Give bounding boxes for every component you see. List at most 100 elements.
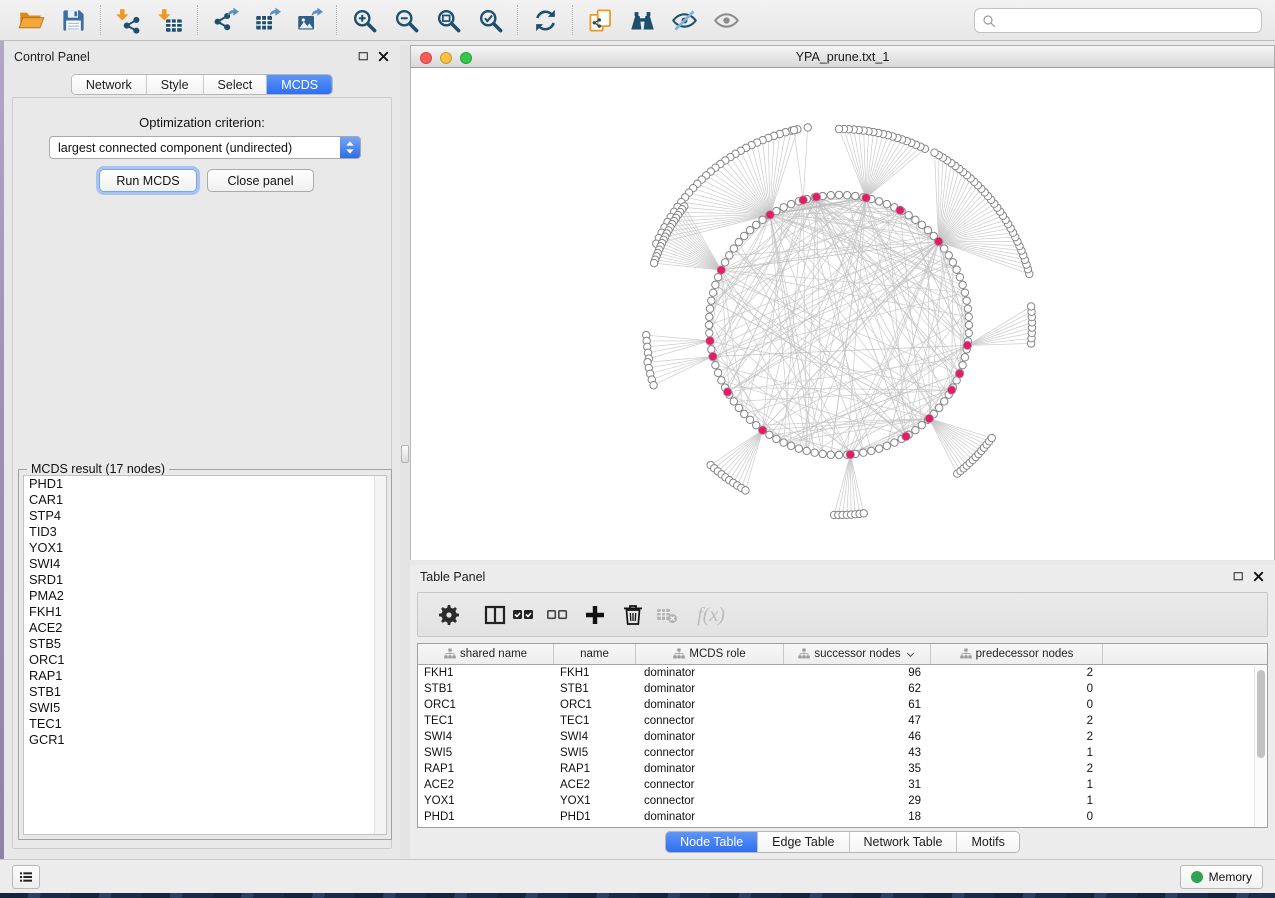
- cell-mcds_role[interactable]: dominator: [636, 697, 784, 713]
- cell-predecessor_nodes[interactable]: 0: [931, 697, 1103, 713]
- column-header-shared-name[interactable]: shared name: [418, 644, 554, 664]
- tab-motifs[interactable]: Motifs: [957, 832, 1018, 852]
- graph-node[interactable]: [708, 297, 715, 304]
- unselect-all-columns-button[interactable]: [544, 602, 570, 628]
- search-box[interactable]: [974, 8, 1262, 33]
- graph-node[interactable]: [924, 227, 931, 234]
- graph-node[interactable]: [795, 445, 802, 452]
- cell-successor_nodes[interactable]: 43: [784, 745, 931, 761]
- graph-node[interactable]: [803, 447, 810, 454]
- run-mcds-button[interactable]: Run MCDS: [99, 169, 197, 192]
- cell-name[interactable]: ACE2: [554, 777, 636, 793]
- graph-node[interactable]: [726, 252, 733, 259]
- export-image-button[interactable]: [288, 2, 330, 38]
- graph-node[interactable]: [883, 442, 890, 449]
- graph-node[interactable]: [891, 439, 898, 446]
- mcds-hub-node[interactable]: [862, 194, 870, 202]
- tab-network-table[interactable]: Network Table: [850, 832, 958, 852]
- open-file-button[interactable]: [10, 2, 52, 38]
- mcds-result-item[interactable]: TID3: [24, 524, 386, 540]
- mcds-result-item[interactable]: PHD1: [24, 476, 386, 492]
- splitter-handle[interactable]: [401, 445, 409, 463]
- graph-node[interactable]: [787, 442, 794, 449]
- graph-node[interactable]: [742, 487, 749, 494]
- zoom-selected-button[interactable]: [469, 2, 511, 38]
- cell-successor_nodes[interactable]: 46: [784, 729, 931, 745]
- graph-node[interactable]: [965, 313, 972, 320]
- mcds-result-item[interactable]: SWI4: [24, 556, 386, 572]
- cell-shared_name[interactable]: YOX1: [418, 793, 554, 809]
- mcds-hub-node[interactable]: [902, 432, 910, 440]
- graph-node[interactable]: [912, 426, 919, 433]
- cell-mcds_role[interactable]: connector: [636, 777, 784, 793]
- export-network-button[interactable]: [204, 2, 246, 38]
- mcds-hub-node[interactable]: [709, 352, 717, 360]
- cell-mcds_role[interactable]: connector: [636, 713, 784, 729]
- graph-node[interactable]: [835, 125, 842, 132]
- tab-edge-table[interactable]: Edge Table: [758, 832, 849, 852]
- graph-node[interactable]: [843, 192, 850, 199]
- graph-node[interactable]: [956, 273, 963, 280]
- cell-shared_name[interactable]: ACE2: [418, 777, 554, 793]
- cell-mcds_role[interactable]: dominator: [636, 681, 784, 697]
- graph-node[interactable]: [780, 439, 787, 446]
- mcds-result-item[interactable]: SRD1: [24, 572, 386, 588]
- zoom-in-button[interactable]: [343, 2, 385, 38]
- graph-node[interactable]: [988, 434, 995, 441]
- column-header-name[interactable]: name: [554, 644, 636, 664]
- graph-node[interactable]: [709, 289, 716, 296]
- graph-node[interactable]: [752, 221, 759, 228]
- mcds-hub-node[interactable]: [846, 450, 854, 458]
- graph-node[interactable]: [949, 259, 956, 266]
- cell-mcds_role[interactable]: dominator: [636, 729, 784, 745]
- graph-node[interactable]: [860, 510, 867, 517]
- cell-name[interactable]: PHD1: [554, 809, 636, 825]
- close-panel-icon[interactable]: [377, 50, 390, 63]
- graph-node[interactable]: [773, 435, 780, 442]
- graph-node[interactable]: [875, 198, 882, 205]
- graph-node[interactable]: [759, 216, 766, 223]
- mcds-result-item[interactable]: PMA2: [24, 588, 386, 604]
- cell-name[interactable]: YOX1: [554, 793, 636, 809]
- graph-node[interactable]: [714, 369, 721, 376]
- table-row[interactable]: STB1STB1dominator620: [418, 681, 1267, 697]
- graph-node[interactable]: [721, 259, 728, 266]
- graph-node[interactable]: [963, 297, 970, 304]
- mcds-result-item[interactable]: ACE2: [24, 620, 386, 636]
- graph-node[interactable]: [945, 252, 952, 259]
- graph-node[interactable]: [735, 404, 742, 411]
- task-history-button[interactable]: [12, 865, 40, 889]
- cell-predecessor_nodes[interactable]: 2: [931, 729, 1103, 745]
- mcds-hub-node[interactable]: [758, 426, 766, 434]
- graph-node[interactable]: [912, 216, 919, 223]
- close-panel-icon[interactable]: [1252, 570, 1265, 583]
- cell-shared_name[interactable]: ORC1: [418, 697, 554, 713]
- graph-node[interactable]: [953, 266, 960, 273]
- cell-shared_name[interactable]: SWI5: [418, 745, 554, 761]
- mcds-result-item[interactable]: STB5: [24, 636, 386, 652]
- tab-network[interactable]: Network: [72, 75, 147, 94]
- graph-node[interactable]: [650, 259, 657, 266]
- first-neighbors-button[interactable]: [621, 2, 663, 38]
- network-graph[interactable]: [411, 68, 1275, 560]
- mcds-hub-node[interactable]: [934, 237, 942, 245]
- graph-node[interactable]: [883, 200, 890, 207]
- zoom-fit-button[interactable]: [427, 2, 469, 38]
- table-row[interactable]: YOX1YOX1connector291: [418, 793, 1267, 809]
- cell-successor_nodes[interactable]: 96: [784, 665, 931, 681]
- cell-predecessor_nodes[interactable]: 0: [931, 681, 1103, 697]
- network-canvas[interactable]: [410, 68, 1275, 560]
- search-input[interactable]: [1001, 14, 1255, 28]
- table-scrollbar[interactable]: [1254, 666, 1266, 826]
- tab-select[interactable]: Select: [204, 75, 268, 94]
- graph-node[interactable]: [780, 204, 787, 211]
- graph-node[interactable]: [741, 232, 748, 239]
- export-table-button[interactable]: [246, 2, 288, 38]
- cell-name[interactable]: FKH1: [554, 665, 636, 681]
- graph-node[interactable]: [790, 126, 797, 133]
- scrollbar-thumb[interactable]: [1257, 670, 1265, 758]
- cell-predecessor_nodes[interactable]: 2: [931, 761, 1103, 777]
- import-table-button[interactable]: [149, 2, 191, 38]
- column-header-predecessor-nodes[interactable]: predecessor nodes: [931, 644, 1103, 664]
- cell-successor_nodes[interactable]: 35: [784, 761, 931, 777]
